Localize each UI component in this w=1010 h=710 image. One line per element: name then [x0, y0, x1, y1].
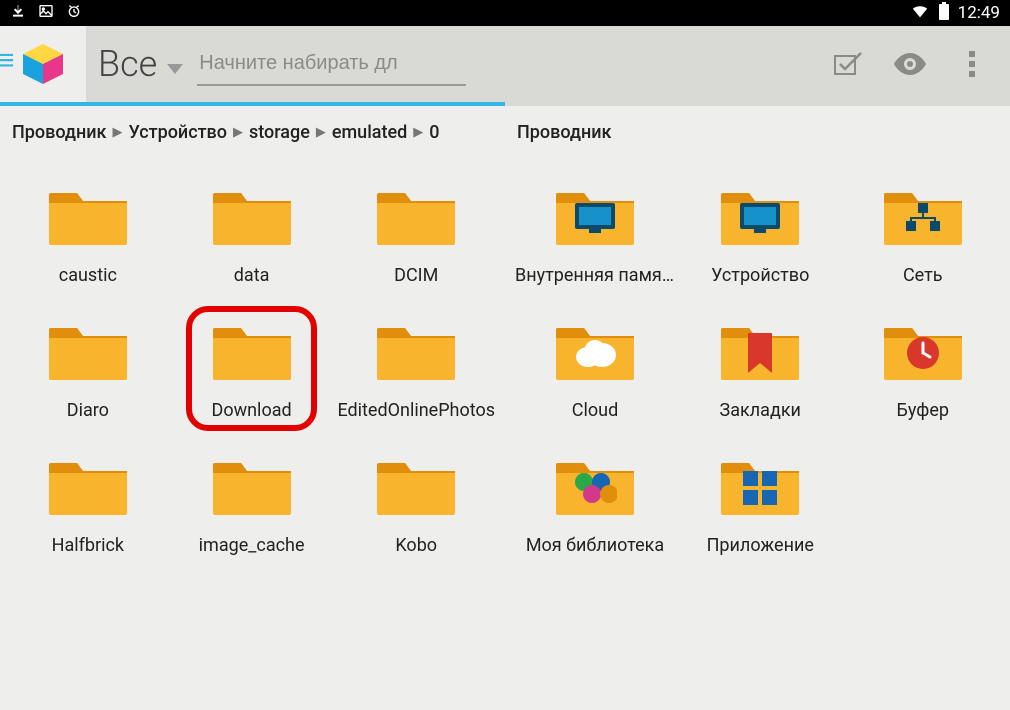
breadcrumb[interactable]: Проводник ▶ Устройство ▶ storage ▶ emulated ▶ 0 [0, 106, 505, 153]
spinner-label: Все [98, 43, 157, 85]
battery-icon [938, 2, 950, 24]
download-icon [10, 3, 26, 23]
visibility-icon[interactable] [894, 48, 926, 80]
category-spinner[interactable]: Все [98, 43, 183, 85]
breadcrumb-separator-icon: ▶ [233, 125, 243, 140]
wifi-icon [910, 3, 930, 23]
folder-item[interactable]: EditedOnlinePhotos [333, 312, 499, 429]
shortcut-item[interactable]: Буфер [842, 312, 1005, 429]
folder-icon [49, 185, 127, 245]
status-bar: 12:49 [0, 0, 1010, 26]
folder-icon [721, 185, 799, 245]
breadcrumb-separator-icon: ▶ [413, 125, 423, 140]
folder-grid-right: Внутренняя память Устройство Сеть Cloud Закл… [505, 153, 1010, 710]
shortcut-item[interactable]: Внутренняя память [511, 177, 679, 294]
search-input[interactable] [197, 42, 466, 86]
folder-icon [556, 455, 634, 515]
breadcrumb-segment[interactable]: Проводник [12, 122, 107, 143]
folder-label: caustic [59, 265, 117, 286]
shortcut-item[interactable]: Приложение [679, 447, 842, 564]
folder-grid-left: caustic data DCIM Diaro Download EditedOnline… [0, 153, 505, 710]
shortcut-item[interactable]: Устройство [679, 177, 842, 294]
folder-icon [213, 185, 291, 245]
breadcrumb-segment[interactable]: storage [249, 122, 310, 143]
folder-icon [213, 320, 291, 380]
grid-icon [743, 471, 777, 509]
bookmark-icon [748, 333, 772, 377]
folder-icon [377, 320, 455, 380]
folder-item[interactable]: data [170, 177, 334, 294]
shortcut-label: Закладки [720, 400, 801, 421]
folder-item[interactable]: Halfbrick [6, 447, 170, 564]
monitor-icon [738, 201, 782, 239]
folder-item[interactable]: image_cache [170, 447, 334, 564]
folder-icon [49, 320, 127, 380]
folder-item[interactable]: Diaro [6, 312, 170, 429]
breadcrumb-separator-icon: ▶ [316, 125, 326, 140]
status-time: 12:49 [958, 3, 1000, 23]
shortcut-item[interactable]: Сеть [842, 177, 1005, 294]
folder-icon [884, 185, 962, 245]
folder-item[interactable]: Kobo [333, 447, 499, 564]
folder-icon [49, 455, 127, 515]
folder-item[interactable]: caustic [6, 177, 170, 294]
shortcut-label: Cloud [572, 400, 618, 421]
breadcrumb-segment[interactable]: emulated [332, 122, 407, 143]
shortcut-label: Буфер [897, 400, 949, 421]
breadcrumb-segment[interactable]: 0 [429, 122, 439, 143]
pane-title-label: Проводник [517, 122, 612, 143]
shortcut-label: Моя библиотека [526, 535, 664, 556]
folder-icon [377, 455, 455, 515]
breadcrumb-segment[interactable]: Устройство [129, 122, 228, 143]
left-pane: Проводник▶Устройство▶storage▶emulated▶0 … [0, 106, 505, 710]
select-icon[interactable] [832, 48, 864, 80]
folder-icon [884, 320, 962, 380]
breadcrumb-separator-icon: ▶ [113, 125, 123, 140]
image-icon [38, 3, 54, 23]
folder-label: data [234, 265, 270, 286]
monitor-icon [573, 201, 617, 239]
folder-label: Download [212, 400, 292, 421]
right-pane: Проводник Внутренняя память Устройство Сет… [505, 106, 1010, 710]
shortcut-item[interactable]: Закладки [679, 312, 842, 429]
network-icon [904, 203, 942, 237]
shortcut-label: Устройство [711, 265, 809, 286]
folder-icon [721, 455, 799, 515]
shortcut-label: Сеть [903, 265, 943, 286]
folder-label: Kobo [395, 535, 437, 556]
folder-label: Halfbrick [52, 535, 124, 556]
shortcut-item[interactable]: Cloud [511, 312, 679, 429]
shortcut-label: Приложение [707, 535, 814, 556]
overflow-icon[interactable] [956, 48, 988, 80]
chevron-down-icon [167, 61, 183, 80]
folder-item[interactable]: DCIM [333, 177, 499, 294]
folder-icon [377, 185, 455, 245]
circles-icon [573, 472, 617, 508]
folder-label: EditedOnlinePhotos [337, 400, 495, 421]
folder-label: image_cache [199, 535, 305, 556]
folder-icon [556, 320, 634, 380]
menu-icon[interactable]: ≡ [0, 46, 15, 76]
toolbar: ≡ Все [0, 26, 1010, 102]
shortcut-label: Внутренняя память [515, 265, 675, 286]
folder-icon [556, 185, 634, 245]
folder-label: Diaro [67, 400, 109, 421]
folder-icon [213, 455, 291, 515]
folder-item[interactable]: Download [170, 312, 334, 429]
alarm-icon [66, 3, 82, 23]
cloud-icon [570, 337, 620, 373]
app-logo-icon[interactable] [19, 40, 67, 88]
clock-icon [905, 335, 941, 375]
folder-label: DCIM [394, 265, 438, 286]
shortcut-item[interactable]: Моя библиотека [511, 447, 679, 564]
right-pane-title: Проводник [505, 106, 1010, 153]
folder-icon [721, 320, 799, 380]
